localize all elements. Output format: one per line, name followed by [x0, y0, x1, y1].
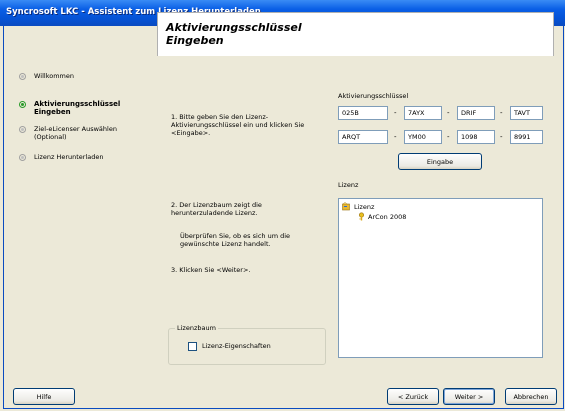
step-label: Ziel-eLicenser Auswählen (Optional) [34, 125, 117, 141]
step-label: Willkommen [34, 72, 74, 80]
next-button[interactable]: Weiter > [443, 388, 495, 405]
step-bullet-active-icon [19, 101, 26, 108]
step2-note: Überprüfen Sie, ob es sich um die gewüns… [180, 232, 291, 248]
license-folder-icon [342, 202, 350, 211]
step-label: Lizenz Herunterladen [34, 153, 104, 161]
back-button[interactable]: < Zurück [387, 388, 439, 405]
key-separator: - [500, 133, 503, 141]
key-field-5[interactable]: ARQT [338, 130, 388, 144]
license-properties-checkbox[interactable] [188, 342, 197, 351]
key-separator: - [500, 109, 503, 117]
step-enter-key: Aktivierungsschlüssel Eingeben [19, 100, 144, 116]
tree-root-node[interactable]: Lizenz [342, 202, 374, 211]
license-label: Lizenz [338, 181, 359, 189]
key-field-7[interactable]: 1098 [457, 130, 495, 144]
checkbox-label: Lizenz-Eigenschaften [202, 342, 271, 350]
groupbox-title: Lizenzbaum [175, 324, 218, 332]
step-bullet-icon [19, 126, 26, 133]
step-welcome: Willkommen [19, 72, 144, 80]
key-field-4[interactable]: TAVT [510, 106, 543, 120]
key-field-1[interactable]: 025B [338, 106, 388, 120]
license-tree[interactable]: Lizenz ArCon 2008 [338, 198, 543, 358]
key-field-8[interactable]: 8991 [510, 130, 543, 144]
step-label: Aktivierungsschlüssel Eingeben [34, 100, 121, 116]
step-bullet-icon [19, 154, 26, 161]
key-separator: - [394, 133, 397, 141]
cancel-button[interactable]: Abbrechen [505, 388, 557, 405]
step-select-elicenser: Ziel-eLicenser Auswählen (Optional) [19, 125, 144, 141]
key-icon [358, 212, 365, 221]
key-field-3[interactable]: DRIF [457, 106, 495, 120]
help-button[interactable]: Hilfe [13, 388, 75, 405]
license-tree-groupbox: Lizenzbaum Lizenz-Eigenschaften [168, 324, 326, 365]
step3-instruction: 3. Klicken Sie <Weiter>. [171, 266, 251, 274]
key-separator: - [394, 109, 397, 117]
page-title: Aktivierungsschlüssel Eingeben [166, 21, 302, 47]
key-label: Aktivierungsschlüssel [338, 92, 409, 100]
eingabe-button[interactable]: Eingabe [398, 153, 482, 170]
tree-child-node[interactable]: ArCon 2008 [356, 212, 406, 221]
wizard-steps-sidebar: Willkommen Aktivierungsschlüssel Eingebe… [9, 38, 157, 396]
key-separator: - [447, 133, 450, 141]
step1-instruction: 1. Bitte geben Sie den Lizenz-Aktivierun… [171, 113, 305, 137]
tree-child-label: ArCon 2008 [368, 212, 407, 221]
step-download-license: Lizenz Herunterladen [19, 153, 144, 161]
step2-instruction: 2. Der Lizenzbaum zeigt die herunterzula… [171, 201, 262, 217]
step-bullet-icon [19, 73, 26, 80]
tree-root-label: Lizenz [354, 202, 375, 211]
key-field-6[interactable]: YM00 [404, 130, 442, 144]
key-separator: - [447, 109, 450, 117]
key-field-2[interactable]: 7AYX [404, 106, 442, 120]
